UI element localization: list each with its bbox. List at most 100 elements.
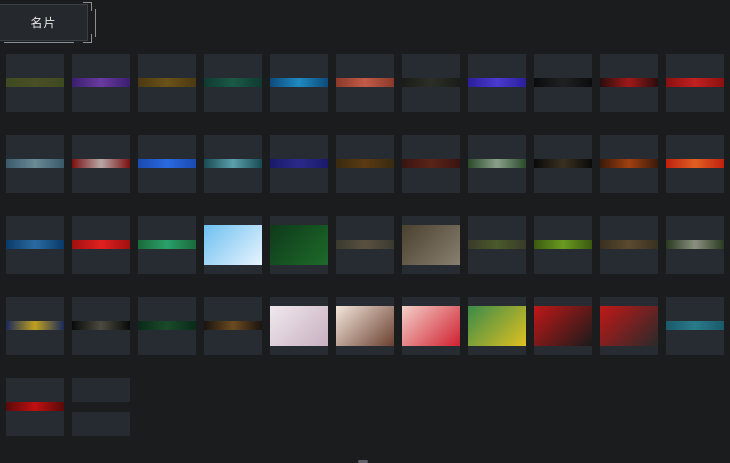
namecard-banner-image (138, 78, 196, 87)
namecard-image (270, 306, 328, 346)
namecard-banner-image (534, 240, 592, 249)
namecard-thumbnail[interactable] (534, 297, 592, 355)
namecard-grid (6, 54, 724, 436)
namecard-banner-image (600, 159, 658, 168)
namecard-thumbnail[interactable] (138, 135, 196, 193)
namecard-thumbnail[interactable] (336, 135, 394, 193)
namecard-image (336, 306, 394, 346)
namecard-thumbnail[interactable] (468, 54, 526, 112)
namecard-thumbnail[interactable] (204, 297, 262, 355)
namecard-image (402, 306, 460, 346)
namecard-thumbnail[interactable] (270, 216, 328, 274)
namecard-thumbnail[interactable] (204, 54, 262, 112)
namecard-image (534, 306, 592, 346)
namecard-banner-image (666, 321, 724, 330)
namecard-thumbnail[interactable] (666, 216, 724, 274)
namecard-banner-image (6, 159, 64, 168)
namecard-thumbnail[interactable] (468, 297, 526, 355)
tab-bar: 名片 (0, 0, 730, 50)
namecard-thumbnail[interactable] (138, 54, 196, 112)
namecard-banner-image (666, 240, 724, 249)
namecard-thumbnail[interactable] (666, 297, 724, 355)
namecard-banner-image (666, 78, 724, 87)
namecard-thumbnail[interactable] (468, 216, 526, 274)
namecard-banner-image (600, 78, 658, 87)
namecard-banner-image (336, 78, 394, 87)
namecard-thumbnail[interactable] (336, 216, 394, 274)
namecard-banner-image (138, 159, 196, 168)
tab-namecard-label: 名片 (30, 16, 57, 30)
namecard-thumbnail[interactable] (138, 297, 196, 355)
tab-corner-decor (83, 2, 92, 11)
namecard-thumbnail[interactable] (72, 297, 130, 355)
namecard-thumbnail[interactable] (6, 135, 64, 193)
namecard-thumbnail[interactable] (336, 297, 394, 355)
namecard-banner-image (468, 240, 526, 249)
namecard-banner-image (72, 159, 130, 168)
namecard-thumbnail[interactable] (6, 297, 64, 355)
namecard-thumbnail[interactable] (600, 216, 658, 274)
namecard-banner-image (534, 159, 592, 168)
namecard-thumbnail[interactable] (600, 135, 658, 193)
namecard-banner-image (6, 78, 64, 87)
tab-underline-decor (4, 34, 74, 43)
namecard-thumbnail[interactable] (402, 216, 460, 274)
namecard-banner-image (666, 159, 724, 168)
namecard-thumbnail[interactable] (336, 54, 394, 112)
namecard-banner-image (336, 159, 394, 168)
namecard-banner-image (336, 240, 394, 249)
namecard-thumbnail[interactable] (402, 297, 460, 355)
namecard-thumbnail[interactable] (6, 216, 64, 274)
namecard-thumbnail[interactable] (6, 54, 64, 112)
namecard-thumbnail[interactable] (270, 54, 328, 112)
tab-side-decor (95, 9, 96, 37)
namecard-thumbnail[interactable] (72, 135, 130, 193)
namecard-thumbnail[interactable] (666, 54, 724, 112)
namecard-banner-image (534, 78, 592, 87)
namecard-banner-image (72, 240, 130, 249)
tab-namecard[interactable]: 名片 (0, 2, 96, 43)
namecard-banner-image (6, 321, 64, 330)
namecard-banner-image (138, 321, 196, 330)
namecard-thumbnail[interactable] (204, 216, 262, 274)
namecard-placeholder (72, 378, 130, 402)
namecard-banner-image (72, 78, 130, 87)
namecard-banner-image (204, 78, 262, 87)
namecard-thumbnail[interactable] (402, 54, 460, 112)
namecard-placeholder (72, 412, 130, 436)
namecard-banner-image (402, 78, 460, 87)
namecard-thumbnail[interactable] (534, 54, 592, 112)
namecard-image (204, 225, 262, 265)
namecard-banner-image (468, 78, 526, 87)
namecard-thumbnail[interactable] (666, 135, 724, 193)
namecard-thumbnail[interactable] (138, 216, 196, 274)
namecard-thumbnail[interactable] (6, 378, 64, 436)
namecard-thumbnail[interactable] (72, 378, 130, 436)
namecard-banner-image (72, 321, 130, 330)
namecard-thumbnail[interactable] (600, 54, 658, 112)
namecard-thumbnail[interactable] (600, 297, 658, 355)
namecard-image (270, 225, 328, 265)
namecard-banner-image (204, 159, 262, 168)
namecard-banner-image (6, 402, 64, 411)
namecard-banner-image (402, 159, 460, 168)
namecard-image (600, 306, 658, 346)
namecard-banner-image (270, 159, 328, 168)
tab-corner-decor (83, 34, 92, 43)
namecard-thumbnail[interactable] (204, 135, 262, 193)
namecard-thumbnail[interactable] (534, 135, 592, 193)
namecard-banner-image (270, 78, 328, 87)
namecard-banner-image (600, 240, 658, 249)
namecard-thumbnail[interactable] (270, 135, 328, 193)
namecard-thumbnail[interactable] (402, 135, 460, 193)
namecard-thumbnail[interactable] (468, 135, 526, 193)
namecard-thumbnail[interactable] (534, 216, 592, 274)
namecard-image (402, 225, 460, 265)
namecard-thumbnail[interactable] (270, 297, 328, 355)
namecard-banner-image (204, 321, 262, 330)
namecard-image (468, 306, 526, 346)
namecard-thumbnail[interactable] (72, 54, 130, 112)
namecard-banner-image (138, 240, 196, 249)
namecard-thumbnail[interactable] (72, 216, 130, 274)
namecard-banner-image (468, 159, 526, 168)
